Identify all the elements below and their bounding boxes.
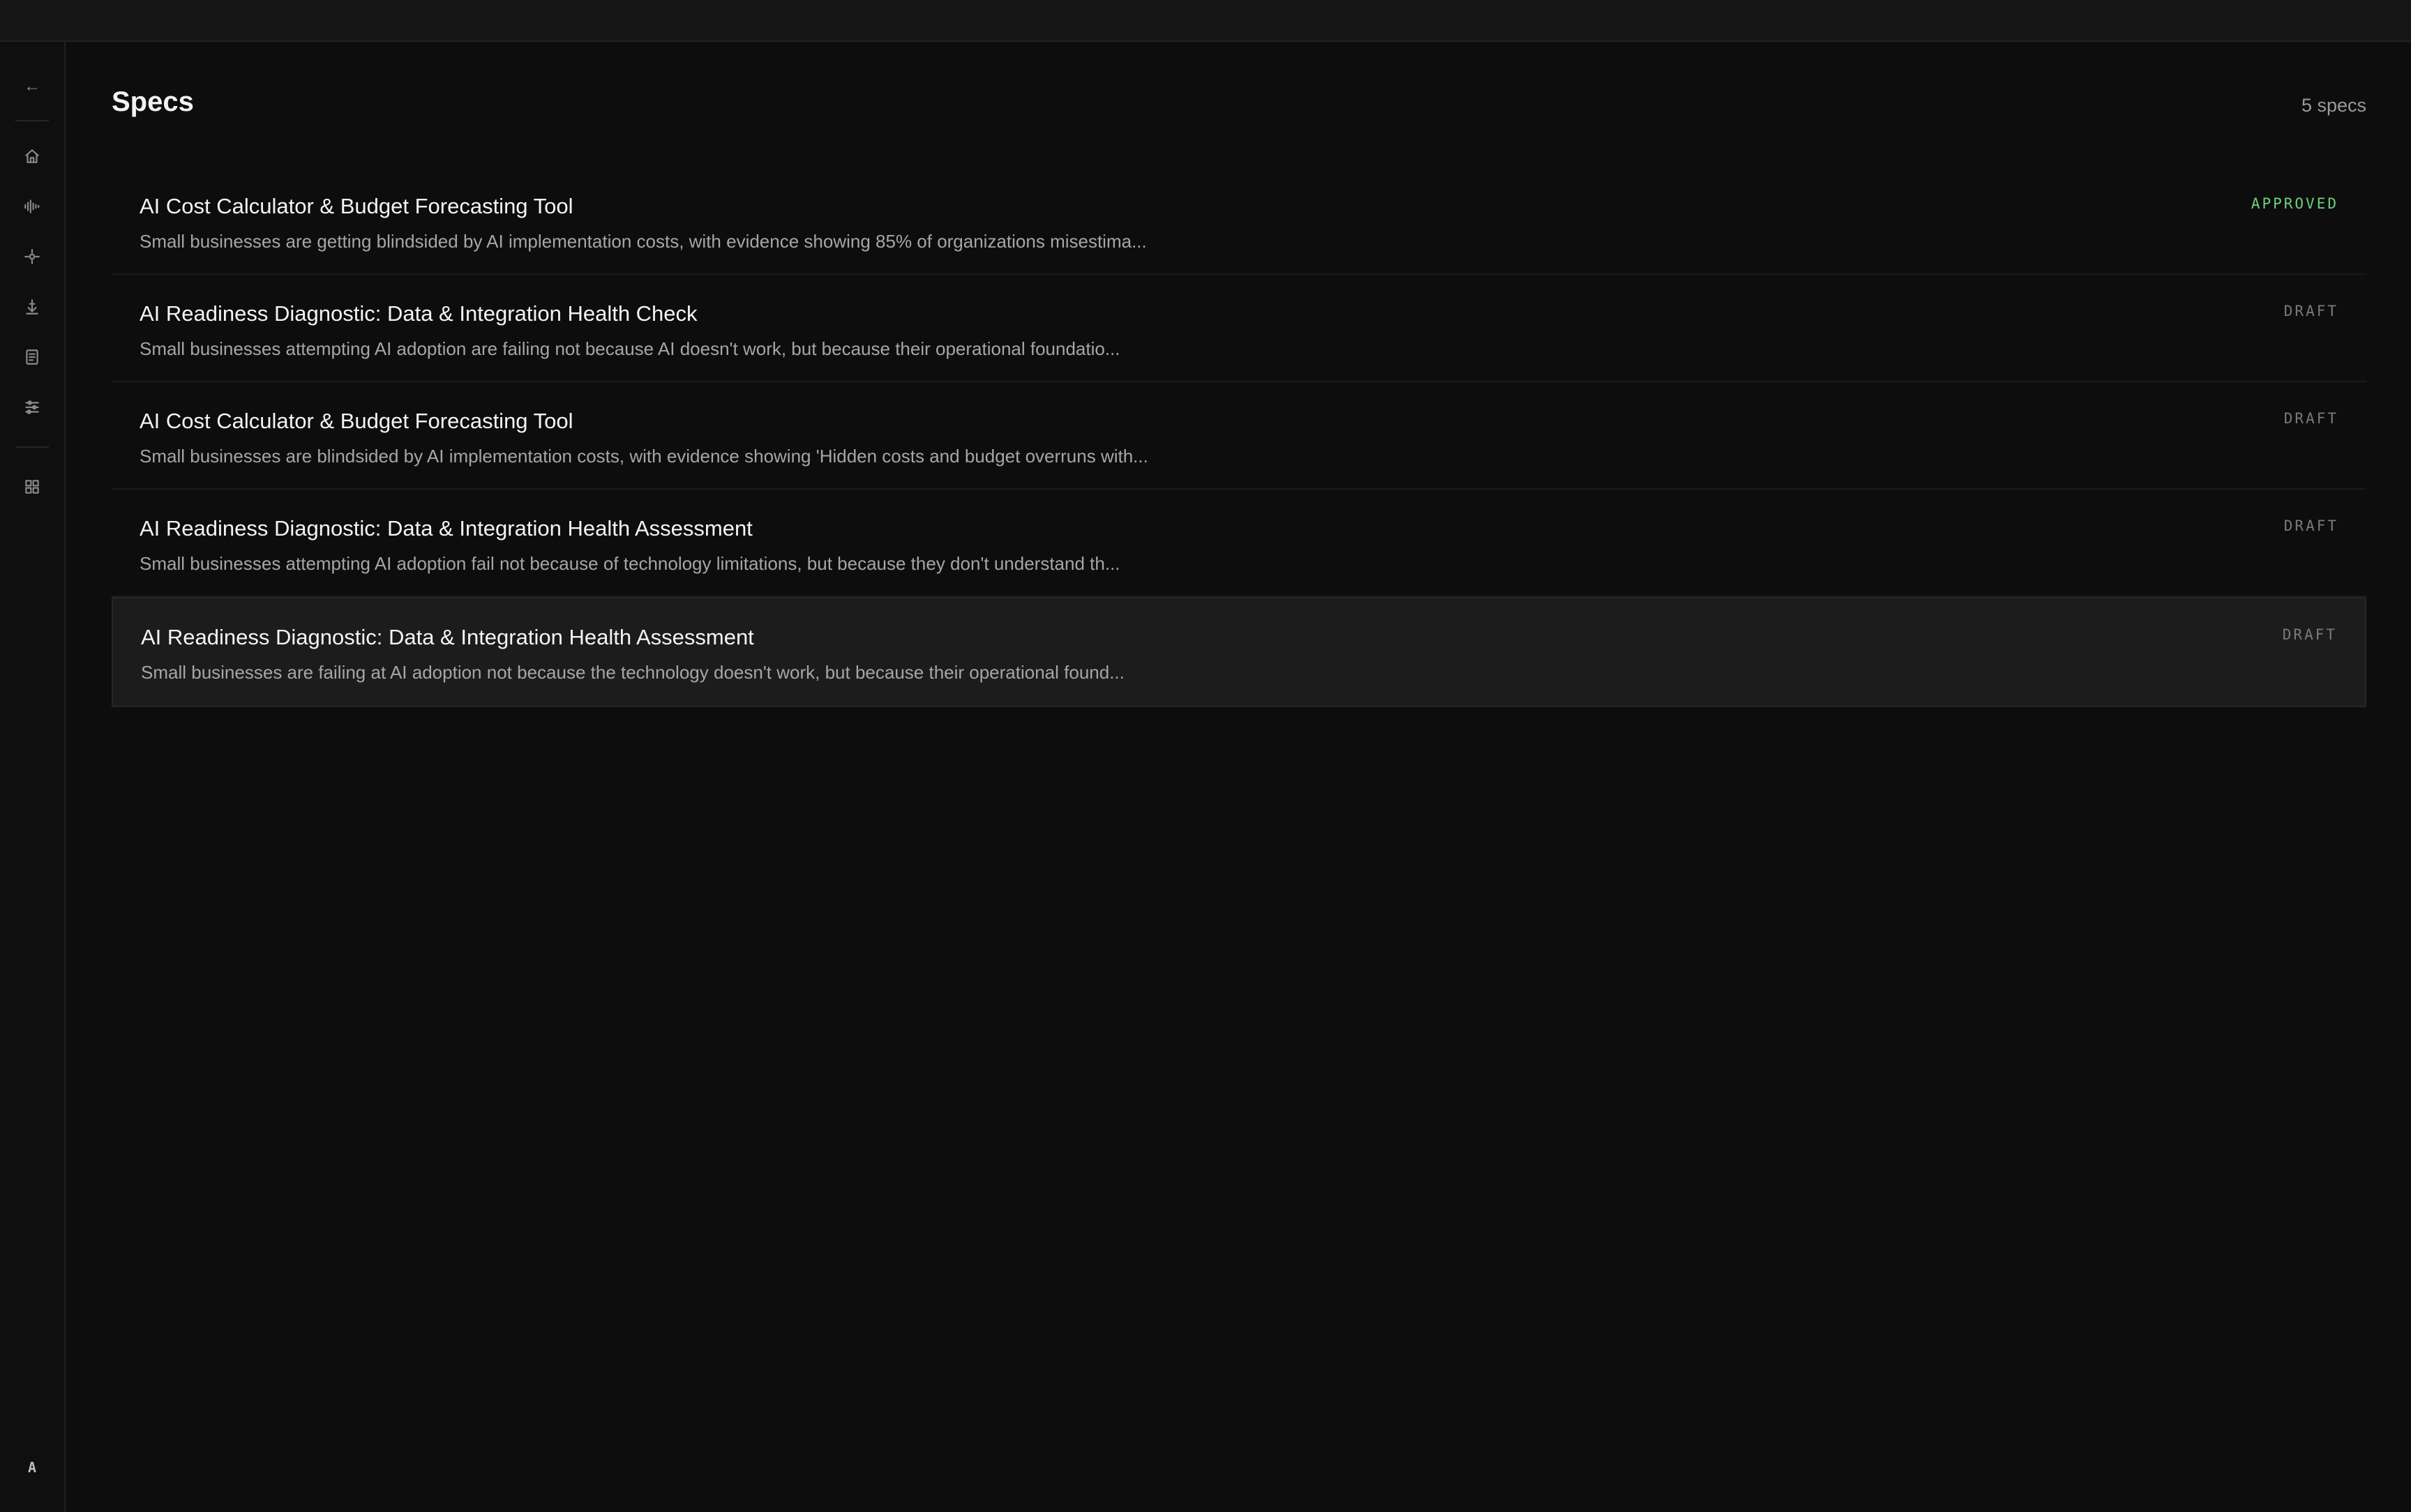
spec-title: AI Readiness Diagnostic: Data & Integrat…	[140, 301, 698, 326]
home-icon	[25, 149, 39, 163]
sidebar: ← A	[0, 42, 66, 1512]
sidebar-divider	[15, 120, 49, 121]
spec-description: Small businesses are failing at AI adopt…	[141, 662, 1125, 683]
top-bar	[0, 0, 2411, 42]
document-icon	[26, 349, 38, 365]
back-button[interactable]: ←	[0, 67, 64, 106]
spec-list: AI Cost Calculator & Budget Forecasting …	[112, 167, 2366, 707]
spec-row[interactable]: AI Readiness Diagnostic: Data & Integrat…	[112, 490, 2366, 597]
anchor-icon	[26, 299, 38, 315]
status-badge: DRAFT	[2283, 517, 2338, 534]
back-arrow-icon: ←	[24, 77, 40, 96]
sidebar-item-home[interactable]	[0, 137, 64, 176]
spec-description: Small businesses attempting AI adoption …	[140, 338, 1120, 359]
status-badge: DRAFT	[2283, 410, 2338, 427]
spec-title: AI Readiness Diagnostic: Data & Integrat…	[140, 516, 753, 540]
spec-title: AI Cost Calculator & Budget Forecasting …	[140, 409, 573, 433]
sidebar-item-anchor[interactable]	[0, 287, 64, 326]
crosshair-icon	[24, 249, 40, 264]
sidebar-divider	[15, 446, 49, 448]
waveform-icon	[24, 199, 40, 213]
sidebar-item-specs[interactable]	[0, 338, 64, 377]
spec-row-selected[interactable]: AI Readiness Diagnostic: Data & Integrat…	[112, 597, 2366, 707]
spec-count: 5 specs	[2301, 95, 2366, 116]
spec-row[interactable]: AI Readiness Diagnostic: Data & Integrat…	[112, 275, 2366, 382]
sidebar-item-signals[interactable]	[0, 187, 64, 226]
spec-row[interactable]: AI Cost Calculator & Budget Forecasting …	[112, 382, 2366, 490]
spec-description: Small businesses attempting AI adoption …	[140, 553, 1120, 574]
sidebar-item-focus[interactable]	[0, 237, 64, 276]
page-title: Specs	[112, 86, 194, 117]
grid-icon	[25, 480, 39, 494]
spec-description: Small businesses are getting blindsided …	[140, 231, 1147, 252]
spec-title: AI Cost Calculator & Budget Forecasting …	[140, 194, 573, 218]
spec-row[interactable]: AI Cost Calculator & Budget Forecasting …	[112, 167, 2366, 275]
status-badge: DRAFT	[2282, 626, 2337, 643]
status-badge: DRAFT	[2283, 303, 2338, 319]
spec-description: Small businesses are blindsided by AI im…	[140, 446, 1148, 467]
spec-title: AI Readiness Diagnostic: Data & Integrat…	[141, 625, 754, 649]
status-badge: APPROVED	[2251, 195, 2338, 212]
sliders-icon	[25, 400, 39, 414]
sidebar-item-apps[interactable]	[0, 467, 64, 506]
sidebar-item-settings[interactable]	[0, 388, 64, 427]
avatar[interactable]: A	[0, 1453, 64, 1481]
